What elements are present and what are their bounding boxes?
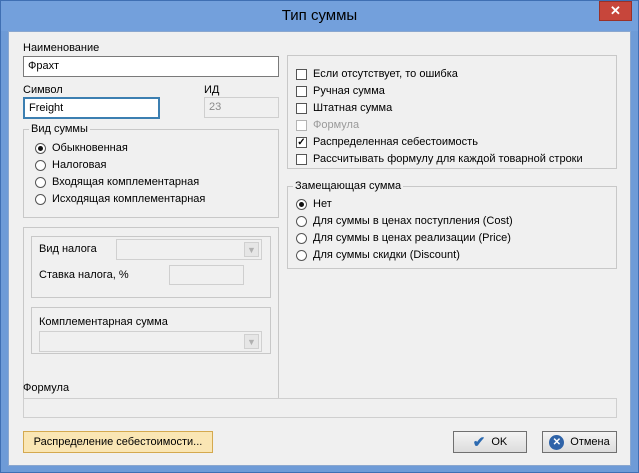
symbol-input[interactable]: Freight [23, 97, 160, 119]
chevron-down-icon: ▼ [244, 242, 259, 257]
symbol-label: Символ [23, 84, 63, 96]
sum-type-group: Вид суммы Обыкновенная Налоговая Входяща… [23, 123, 279, 218]
distribution-button-label: Распределение себестоимости... [33, 436, 203, 448]
flag-label: Штатная сумма [313, 102, 393, 114]
checkbox-icon [296, 119, 307, 131]
replacement-option-price[interactable]: Для суммы в ценах реализации (Price) [296, 230, 511, 246]
check-icon: ✔ [472, 434, 486, 451]
sum-type-option-incoming[interactable]: Входящая комплементарная [35, 174, 199, 190]
sum-type-option-outgoing[interactable]: Исходящая комплементарная [35, 191, 205, 207]
ok-button[interactable]: ✔ OK [453, 431, 527, 453]
chevron-down-icon: ▼ [244, 334, 259, 349]
flag-formula-per-line[interactable]: Рассчитывать формулу для каждой товарной… [296, 151, 583, 167]
radio-icon [35, 142, 46, 154]
option-label: Для суммы в ценах поступления (Cost) [313, 215, 513, 227]
option-label: Входящая комплементарная [52, 176, 200, 188]
option-label: Для суммы скидки (Discount) [313, 249, 460, 261]
flags-group: Если отсутствует, то ошибка Ручная сумма… [287, 55, 617, 169]
tax-subpanel: Вид налога ▼ Ставка налога, % [31, 236, 271, 298]
option-label: Налоговая [52, 159, 107, 171]
dialog-body: Наименование Фрахт Символ Freight ИД 23 … [8, 31, 631, 466]
cancel-icon: ✕ [549, 434, 565, 450]
name-label: Наименование [23, 42, 100, 54]
tax-panel: Вид налога ▼ Ставка налога, % Комплемент… [23, 227, 279, 407]
complementary-subpanel: Комплементарная сумма ▼ [31, 307, 271, 354]
tax-type-label: Вид налога [39, 243, 97, 255]
radio-icon [296, 215, 307, 227]
ok-button-label: OK [491, 436, 508, 448]
option-label: Для суммы в ценах реализации (Price) [313, 232, 511, 244]
flag-error-if-missing[interactable]: Если отсутствует, то ошибка [296, 66, 458, 82]
radio-icon [35, 176, 46, 188]
radio-icon [296, 232, 307, 244]
name-input[interactable]: Фрахт [23, 56, 279, 77]
tax-type-select: ▼ [116, 239, 262, 260]
replacement-option-cost[interactable]: Для суммы в ценах поступления (Cost) [296, 213, 513, 229]
sum-type-option-tax[interactable]: Налоговая [35, 157, 106, 173]
id-input: 23 [204, 97, 279, 118]
radio-icon [296, 249, 307, 261]
radio-icon [296, 198, 307, 210]
flag-label: Если отсутствует, то ошибка [313, 68, 458, 80]
tax-rate-input [169, 265, 244, 285]
flag-manual-sum[interactable]: Ручная сумма [296, 83, 385, 99]
checkmark-icon: ✓ [296, 136, 307, 148]
radio-icon [35, 193, 46, 205]
replacement-group: Замещающая сумма Нет Для суммы в ценах п… [287, 180, 617, 269]
replacement-option-discount[interactable]: Для суммы скидки (Discount) [296, 247, 460, 263]
formula-label: Формула [23, 382, 70, 394]
complementary-label: Комплементарная сумма [39, 316, 168, 328]
flag-formula: Формула [296, 117, 359, 133]
complementary-select: ▼ [39, 331, 262, 352]
cancel-button-label: Отмена [570, 436, 610, 448]
radio-icon [35, 159, 46, 171]
replacement-group-title: Замещающая сумма [293, 180, 404, 192]
sum-type-option-ordinary[interactable]: Обыкновенная [35, 140, 128, 156]
title-bar[interactable]: Тип суммы ✕ [1, 1, 638, 31]
option-label: Нет [313, 198, 332, 210]
flag-label: Рассчитывать формулу для каждой товарной… [313, 153, 583, 165]
flag-distributed-cost[interactable]: ✓ Распределенная себестоимость [296, 134, 478, 150]
id-label: ИД [204, 84, 220, 96]
close-button[interactable]: ✕ [599, 1, 632, 21]
flag-label: Ручная сумма [313, 85, 385, 97]
cancel-button[interactable]: ✕ Отмена [542, 431, 617, 453]
checkbox-icon [296, 153, 307, 165]
flag-label: Распределенная себестоимость [313, 136, 478, 148]
checkbox-icon [296, 102, 307, 114]
checkbox-icon [296, 68, 307, 80]
checkbox-icon [296, 85, 307, 97]
tax-rate-label: Ставка налога, % [39, 269, 129, 281]
sum-type-group-title: Вид суммы [29, 123, 90, 135]
dialog-window: Тип суммы ✕ Наименование Фрахт Символ Fr… [0, 0, 639, 473]
formula-input [23, 398, 617, 418]
flag-standard-sum[interactable]: Штатная сумма [296, 100, 392, 116]
window-title: Тип суммы [281, 7, 358, 24]
distribution-button[interactable]: Распределение себестоимости... [23, 431, 213, 453]
flag-label: Формула [313, 119, 360, 131]
option-label: Обыкновенная [52, 142, 128, 154]
option-label: Исходящая комплементарная [52, 193, 206, 205]
replacement-option-none[interactable]: Нет [296, 196, 332, 212]
